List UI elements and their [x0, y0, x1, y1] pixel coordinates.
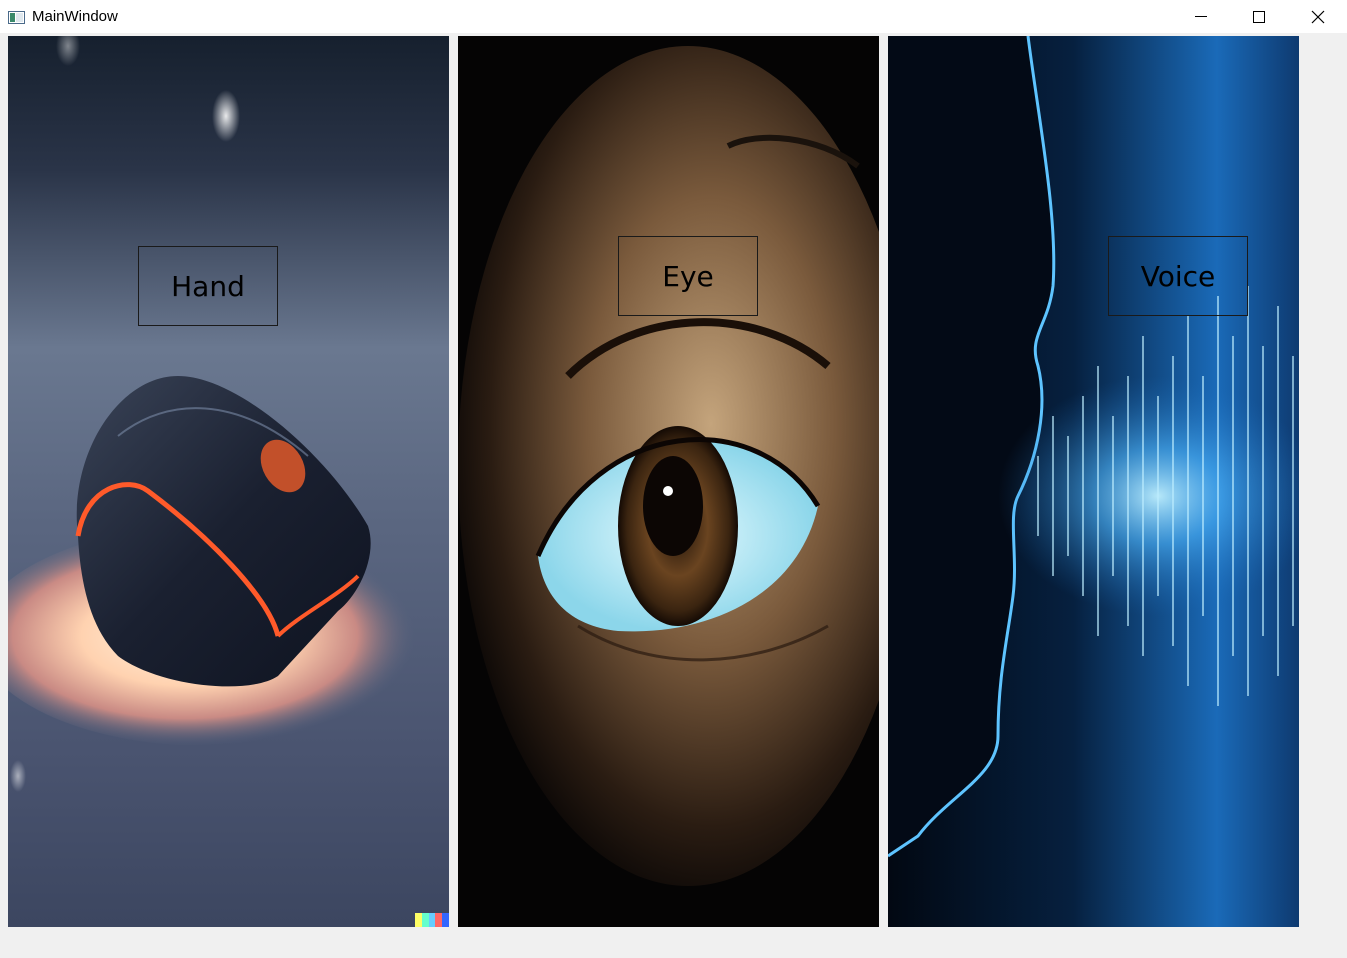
minimize-button[interactable] [1172, 0, 1230, 33]
voice-label: Voice [1108, 236, 1248, 316]
app-window-icon [8, 9, 25, 24]
window-title: MainWindow [32, 8, 118, 25]
human-eye-image [458, 36, 879, 927]
hand-panel[interactable]: Hand [8, 36, 449, 927]
hand-label: Hand [138, 246, 278, 326]
maximize-button[interactable] [1230, 0, 1288, 33]
image-watermark [415, 913, 449, 927]
eye-panel[interactable]: Eye [458, 36, 879, 927]
maximize-icon [1253, 11, 1265, 23]
minimize-icon [1195, 16, 1207, 17]
voice-waveform-image [888, 36, 1299, 927]
computer-mouse-image [8, 36, 449, 927]
close-icon [1311, 10, 1325, 24]
main-window: MainWindow Hand Eye Voice [0, 0, 1347, 958]
title-bar[interactable]: MainWindow [0, 0, 1347, 33]
eye-label: Eye [618, 236, 758, 316]
close-button[interactable] [1289, 0, 1347, 33]
voice-panel[interactable]: Voice [888, 36, 1299, 927]
